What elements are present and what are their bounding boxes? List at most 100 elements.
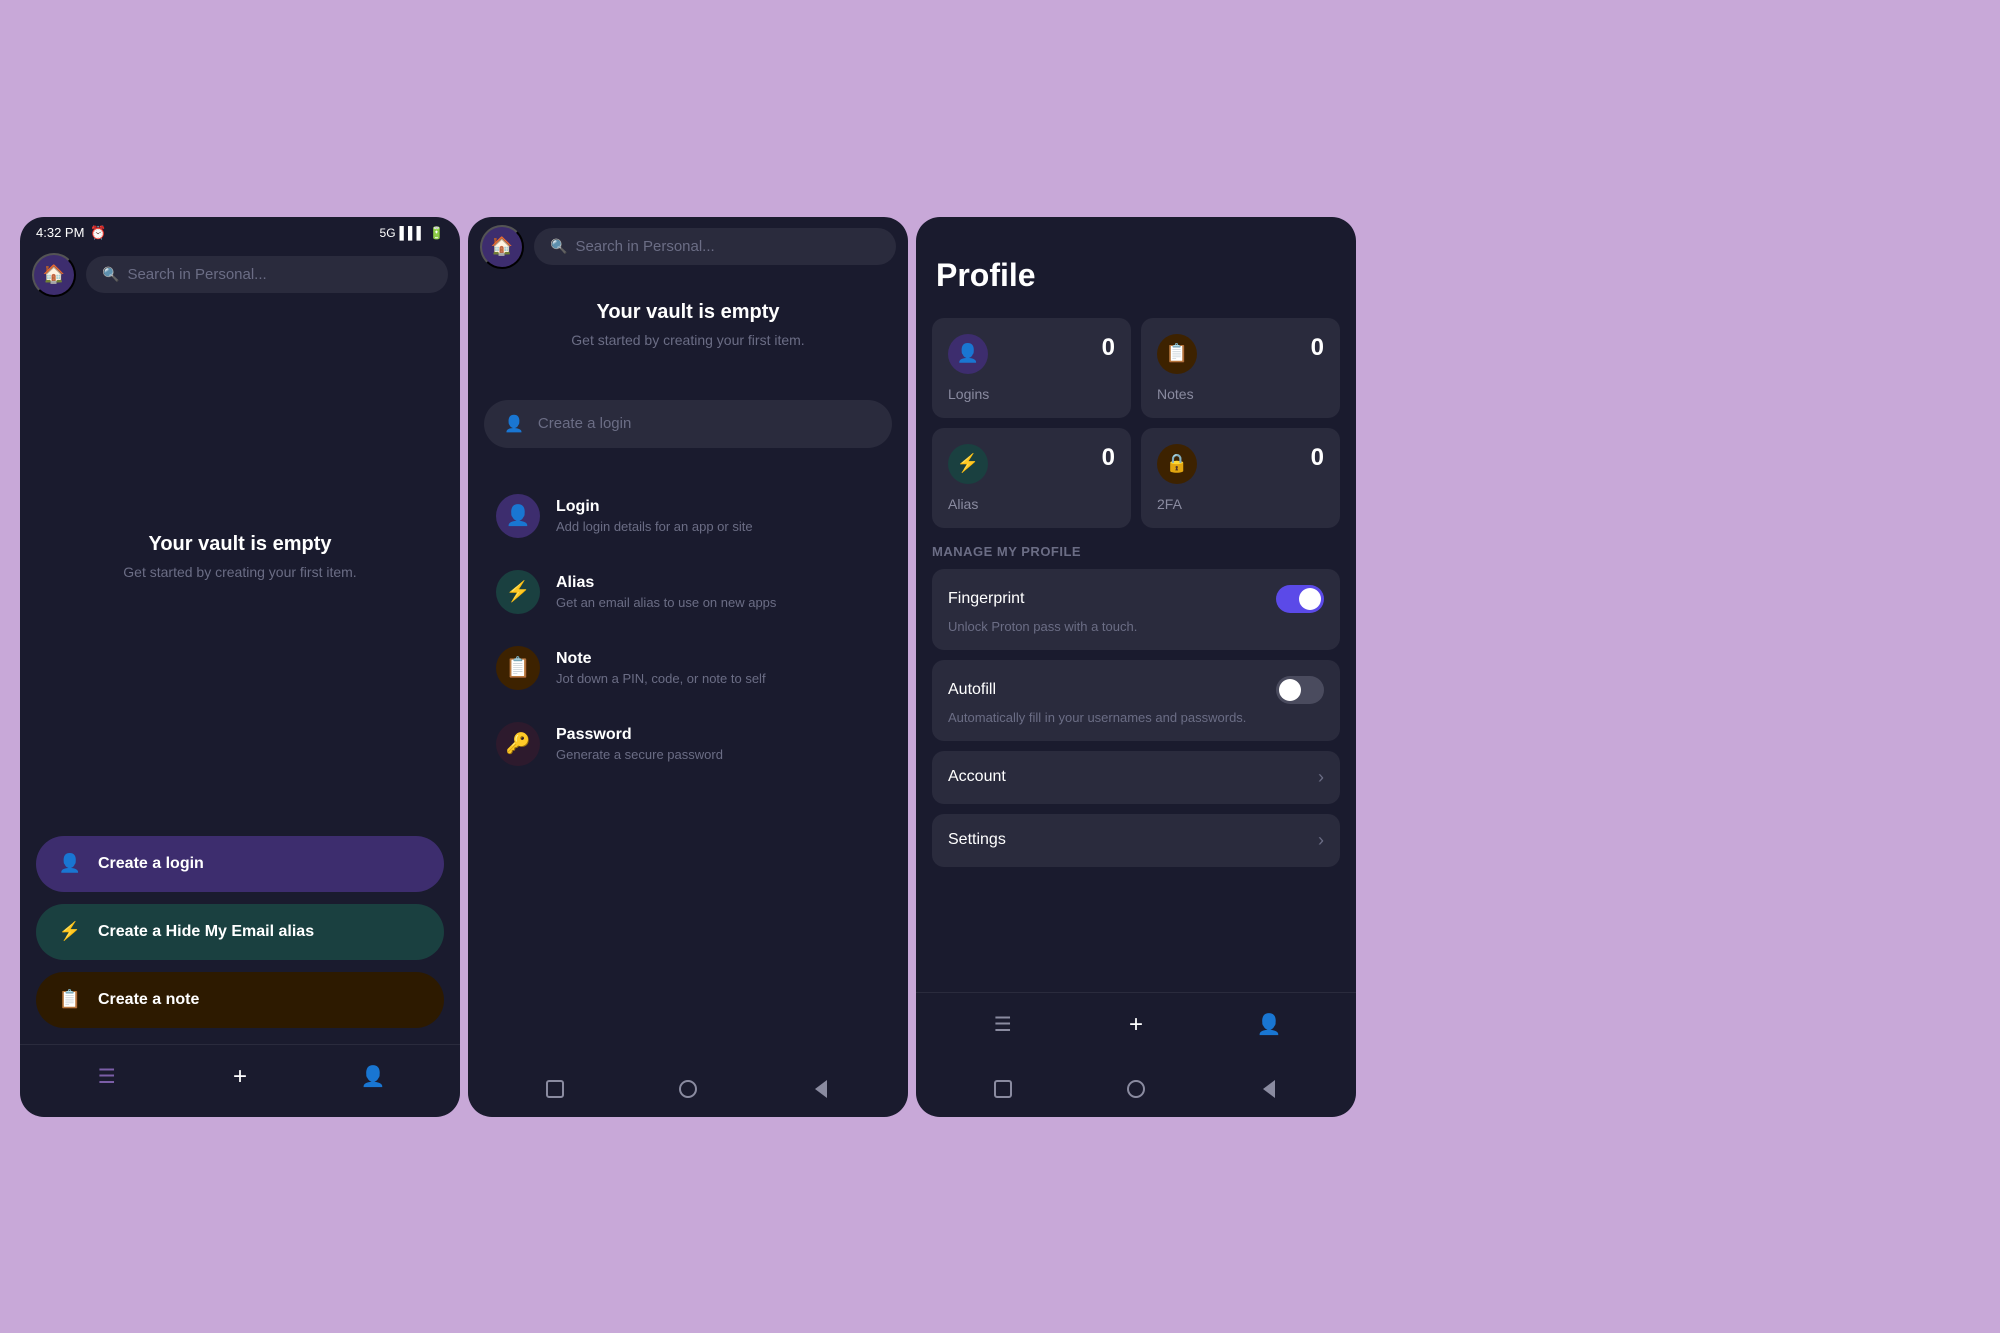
stat-top-2fa: 🔒 0 xyxy=(1157,444,1324,484)
fingerprint-card: Fingerprint Unlock Proton pass with a to… xyxy=(932,569,1340,650)
list-icon-s3: ☰ xyxy=(994,1012,1012,1037)
nav-add-button-s3[interactable]: + xyxy=(1116,1005,1156,1045)
action-buttons: 👤 Create a login ⚡ Create a Hide My Emai… xyxy=(20,836,460,1044)
notes-label: Notes xyxy=(1157,386,1324,402)
clock-icon: ⏰ xyxy=(90,225,106,241)
bottom-nav-s3: ☰ + 👤 xyxy=(916,992,1356,1065)
create-login-btn-s2[interactable]: 👤 Create a login xyxy=(484,400,892,448)
back-nav-button-s2[interactable] xyxy=(809,1077,833,1101)
note-icon: 📋 xyxy=(56,986,84,1014)
autofill-hint: Automatically fill in your usernames and… xyxy=(948,710,1324,725)
create-alias-button[interactable]: ⚡ Create a Hide My Email alias xyxy=(36,904,444,960)
home-icon: 🏠 xyxy=(43,264,65,285)
logins-icon: 👤 xyxy=(948,334,988,374)
autofill-card: Autofill Automatically fill in your user… xyxy=(932,660,1340,741)
status-bar: 4:32 PM ⏰ 5G ▌▌▌ 🔋 xyxy=(20,217,460,245)
notes-count: 0 xyxy=(1311,334,1324,362)
fingerprint-toggle-thumb xyxy=(1299,588,1321,610)
menu-desc-login: Add login details for an app or site xyxy=(556,519,753,534)
empty-subtitle: Get started by creating your first item. xyxy=(123,564,356,580)
stat-card-2fa: 🔒 0 2FA xyxy=(1141,428,1340,528)
fingerprint-toggle[interactable] xyxy=(1276,585,1324,613)
screen-create-menu: 🏠 🔍 Search in Personal... Your vault is … xyxy=(468,217,908,1117)
add-icon-s3: + xyxy=(1129,1011,1143,1039)
screen-vault-empty: 4:32 PM ⏰ 5G ▌▌▌ 🔋 🏠 🔍 Search in Persona… xyxy=(20,217,460,1117)
search-icon: 🔍 xyxy=(102,266,119,283)
menu-icon-alias: ⚡ xyxy=(496,570,540,614)
logins-label: Logins xyxy=(948,386,1115,402)
square-icon-s2 xyxy=(546,1080,564,1098)
menu-text-alias: Alias Get an email alias to use on new a… xyxy=(556,574,776,610)
menu-item-password[interactable]: 🔑 Password Generate a secure password xyxy=(484,708,892,780)
menu-title-note: Note xyxy=(556,650,766,668)
menu-item-note[interactable]: 📋 Note Jot down a PIN, code, or note to … xyxy=(484,632,892,704)
settings-label: Settings xyxy=(948,831,1006,849)
list-icon: ☰ xyxy=(98,1064,116,1089)
android-nav-s2 xyxy=(468,1065,908,1117)
create-login-button[interactable]: 👤 Create a login xyxy=(36,836,444,892)
back-nav-button-s3[interactable] xyxy=(1257,1077,1281,1101)
nav-profile-button-s3[interactable]: 👤 xyxy=(1249,1005,1289,1045)
search-bar[interactable]: 🔍 Search in Personal... xyxy=(86,256,448,293)
settings-chevron-icon: › xyxy=(1318,830,1324,851)
back-icon-s2 xyxy=(815,1080,827,1098)
profile-icon: 👤 xyxy=(361,1064,386,1089)
nav-add-button[interactable]: + xyxy=(220,1057,260,1097)
nav-list-button-s3[interactable]: ☰ xyxy=(983,1005,1023,1045)
create-login-label: Create a login xyxy=(98,855,204,873)
bottom-nav: ☰ + 👤 xyxy=(20,1044,460,1117)
account-nav-item[interactable]: Account › xyxy=(932,751,1340,804)
empty-title: Your vault is empty xyxy=(148,533,331,556)
home-icon-s2: 🏠 xyxy=(491,236,513,257)
create-alias-label: Create a Hide My Email alias xyxy=(98,923,314,941)
menu-list: 👤 Login Add login details for an app or … xyxy=(468,464,908,1065)
empty-subtitle-s2: Get started by creating your first item. xyxy=(488,332,888,348)
circle-nav-button-s3[interactable] xyxy=(1124,1077,1148,1101)
stat-top-notes: 📋 0 xyxy=(1157,334,1324,374)
menu-item-login[interactable]: 👤 Login Add login details for an app or … xyxy=(484,480,892,552)
search-icon-s2: 🔍 xyxy=(550,238,567,255)
search-bar-s2[interactable]: 🔍 Search in Personal... xyxy=(534,228,896,265)
home-button[interactable]: 🏠 xyxy=(32,253,76,297)
fingerprint-row: Fingerprint xyxy=(948,585,1324,613)
account-label: Account xyxy=(948,768,1006,786)
square-icon-s3 xyxy=(994,1080,1012,1098)
autofill-row: Autofill xyxy=(948,676,1324,704)
create-login-label-s2: Create a login xyxy=(538,415,631,432)
create-note-button[interactable]: 📋 Create a note xyxy=(36,972,444,1028)
twofa-label: 2FA xyxy=(1157,496,1324,512)
alias-icon: ⚡ xyxy=(948,444,988,484)
twofa-icon: 🔒 xyxy=(1157,444,1197,484)
battery-icon: 🔋 xyxy=(429,226,444,240)
autofill-toggle-thumb xyxy=(1279,679,1301,701)
manage-section-title: Manage my profile xyxy=(932,544,1340,559)
create-login-icon-s2: 👤 xyxy=(504,414,524,434)
account-chevron-icon: › xyxy=(1318,767,1324,788)
fingerprint-hint: Unlock Proton pass with a touch. xyxy=(948,619,1324,634)
stat-card-alias: ⚡ 0 Alias xyxy=(932,428,1131,528)
profile-content: 👤 0 Logins 📋 0 Notes ⚡ 0 xyxy=(916,310,1356,992)
square-nav-button-s2[interactable] xyxy=(543,1077,567,1101)
home-button-s2[interactable]: 🏠 xyxy=(480,225,524,269)
square-nav-button-s3[interactable] xyxy=(991,1077,1015,1101)
circle-nav-button-s2[interactable] xyxy=(676,1077,700,1101)
stat-top-alias: ⚡ 0 xyxy=(948,444,1115,484)
signal-icon: 5G xyxy=(380,226,396,240)
empty-title-s2: Your vault is empty xyxy=(488,301,888,324)
menu-desc-alias: Get an email alias to use on new apps xyxy=(556,595,776,610)
android-nav-s3 xyxy=(916,1065,1356,1117)
menu-title-login: Login xyxy=(556,498,753,516)
empty-state-s2: Your vault is empty Get started by creat… xyxy=(468,281,908,400)
menu-icon-login: 👤 xyxy=(496,494,540,538)
nav-list-button[interactable]: ☰ xyxy=(87,1057,127,1097)
menu-item-alias[interactable]: ⚡ Alias Get an email alias to use on new… xyxy=(484,556,892,628)
settings-nav-item[interactable]: Settings › xyxy=(932,814,1340,867)
profile-title: Profile xyxy=(936,257,1336,294)
screen-profile: Profile 👤 0 Logins 📋 0 Notes xyxy=(916,217,1356,1117)
menu-icon-password: 🔑 xyxy=(496,722,540,766)
twofa-count: 0 xyxy=(1311,444,1324,472)
stat-card-notes: 📋 0 Notes xyxy=(1141,318,1340,418)
nav-profile-button[interactable]: 👤 xyxy=(353,1057,393,1097)
autofill-toggle[interactable] xyxy=(1276,676,1324,704)
menu-desc-note: Jot down a PIN, code, or note to self xyxy=(556,671,766,686)
